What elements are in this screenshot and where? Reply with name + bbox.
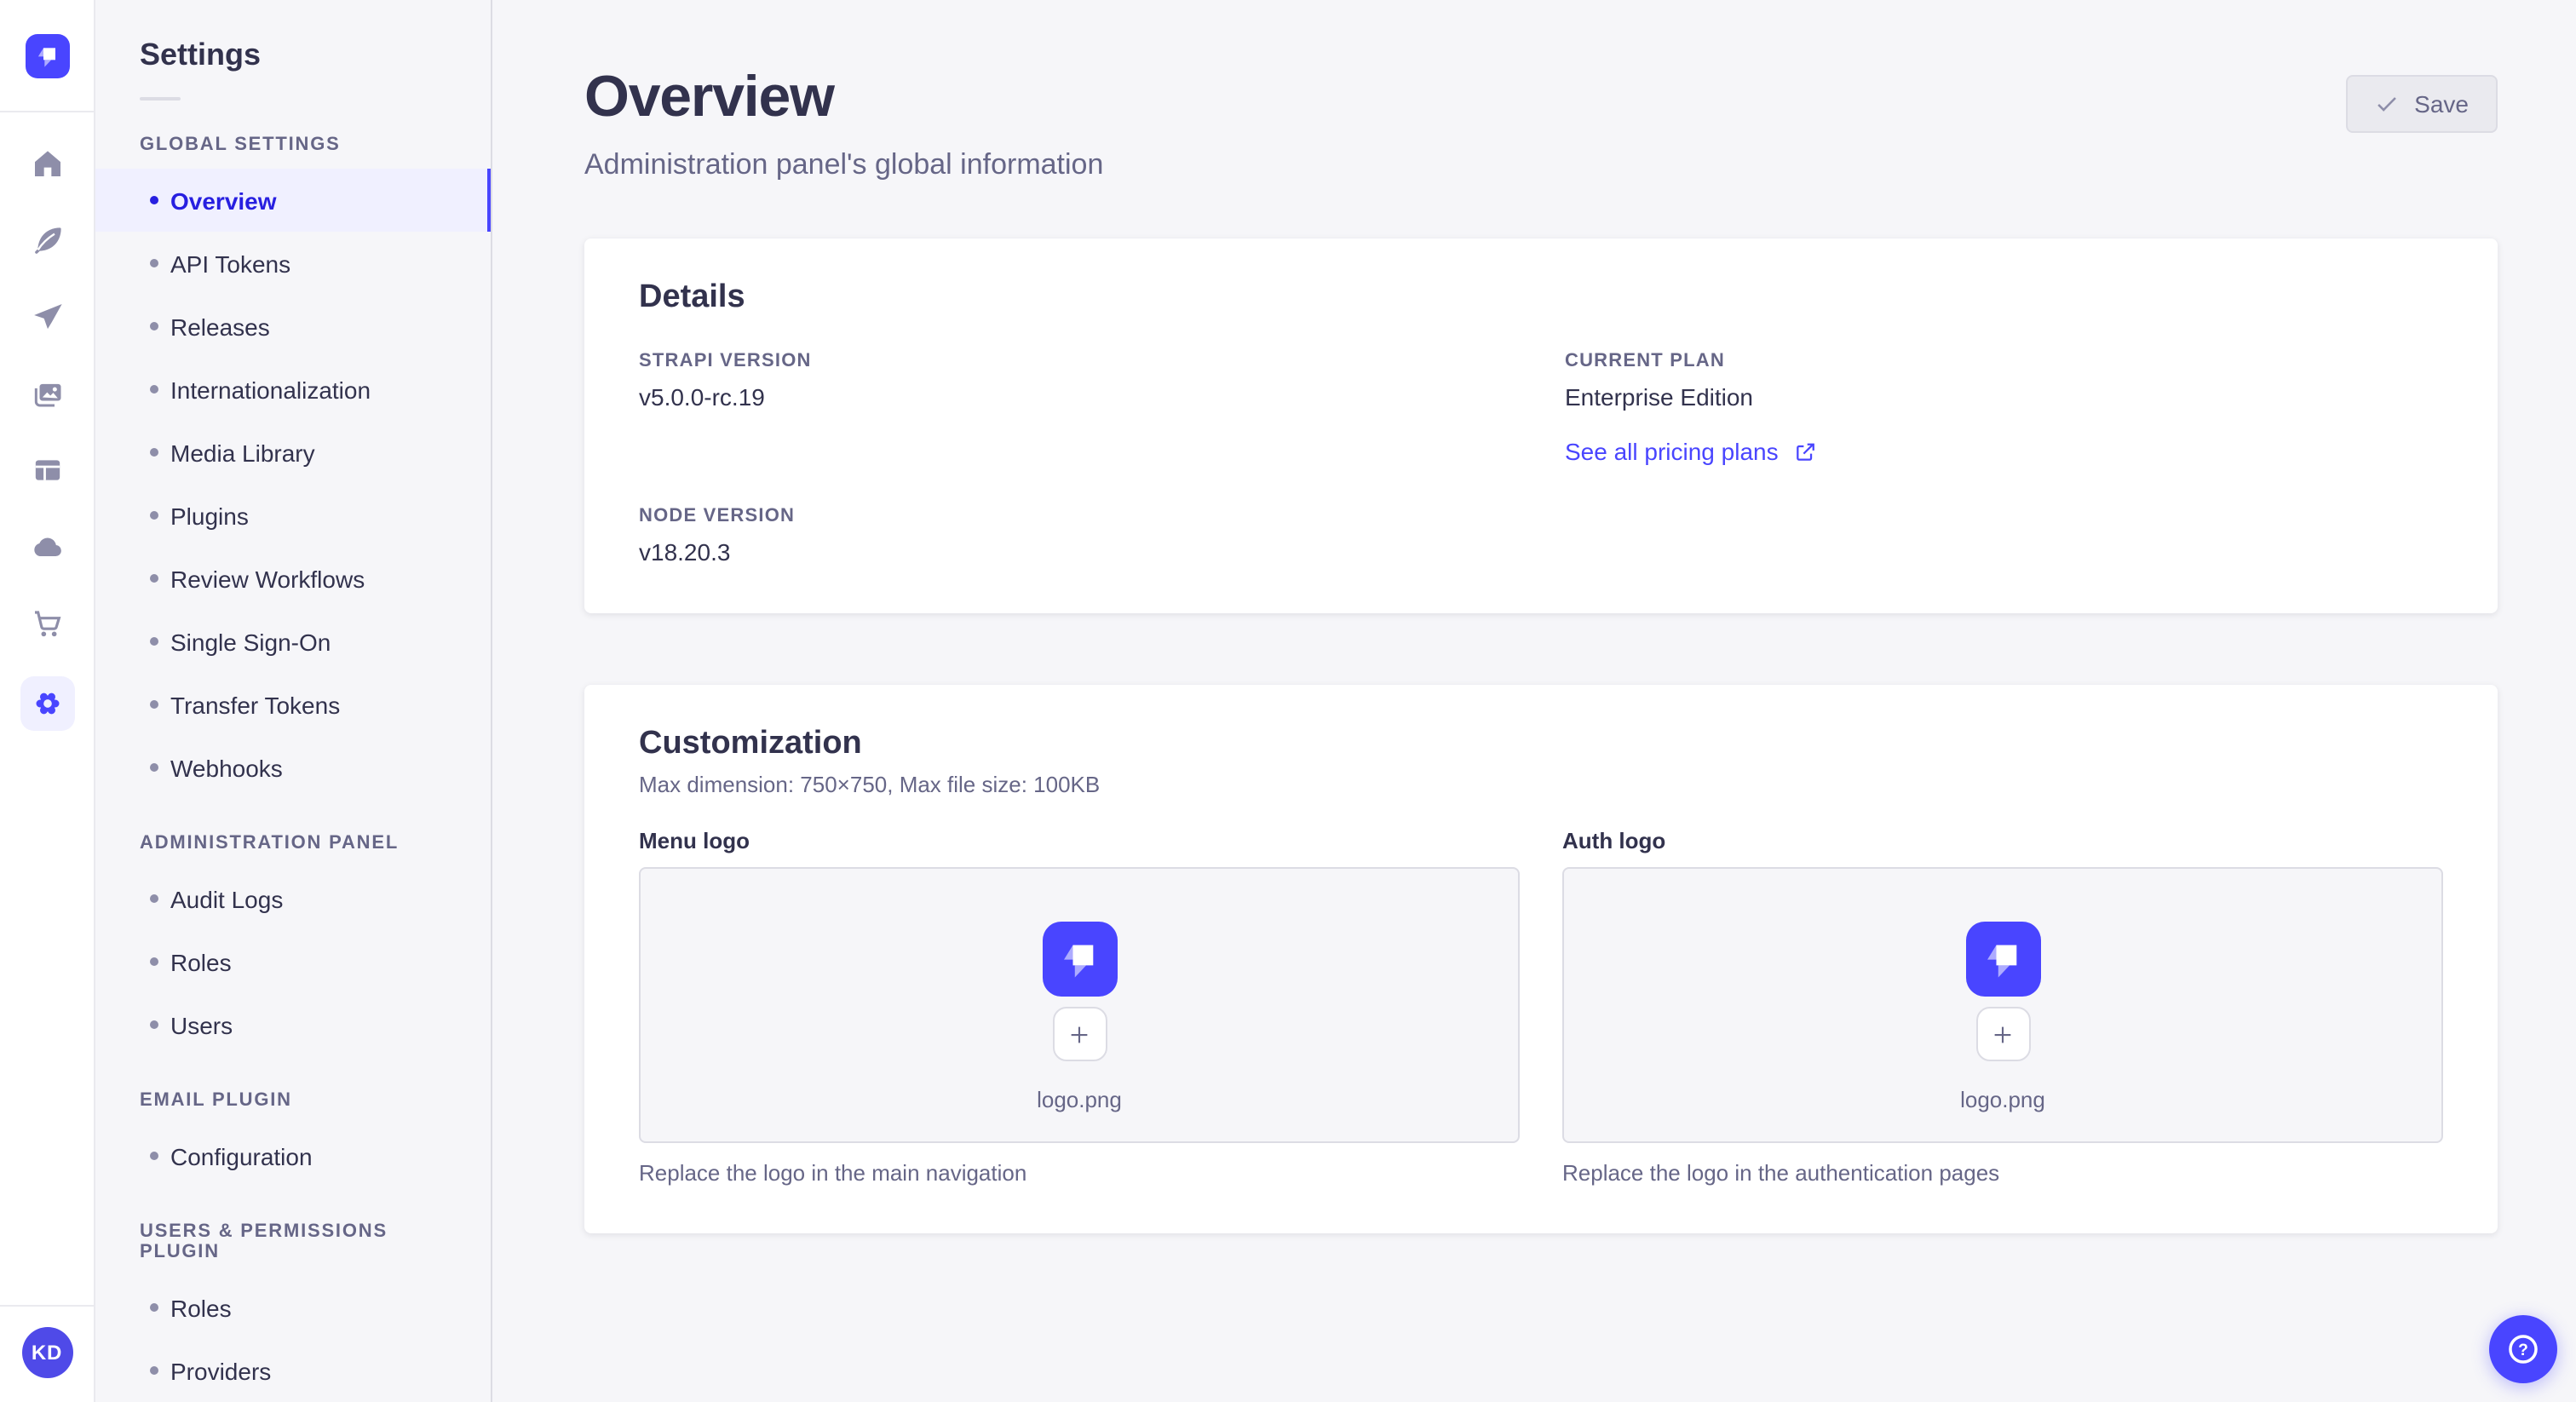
strapi-logo-icon <box>1042 922 1117 997</box>
section-global-settings: GLOBAL SETTINGS <box>140 135 341 155</box>
section-users-permissions-plugin: USERS & PERMISSIONS PLUGIN <box>140 1221 388 1262</box>
strapi-version-field: STRAPI VERSION v5.0.0-rc.19 <box>639 351 1517 468</box>
menu-logo-label: Menu logo <box>639 828 750 853</box>
layout-icon[interactable] <box>30 453 64 487</box>
gear-icon <box>35 692 59 715</box>
page-subtitle: Administration panel's global informatio… <box>584 148 1104 181</box>
home-icon[interactable] <box>30 147 64 181</box>
strapi-version-label: STRAPI VERSION <box>639 351 812 371</box>
save-button[interactable]: Save <box>2346 75 2498 133</box>
settings-active-tile[interactable] <box>20 676 74 731</box>
sidebar-item-api-tokens[interactable]: API Tokens <box>95 232 491 295</box>
sidebar-item-up-roles[interactable]: Roles <box>95 1276 491 1339</box>
auth-logo-input: Auth logo logo.png Replace the logo in t… <box>1562 828 2443 1186</box>
pricing-plans-link[interactable]: See all pricing plans <box>1565 438 1816 465</box>
menu-logo-filename: logo.png <box>1037 1087 1122 1112</box>
sidebar-item-overview[interactable]: Overview <box>95 169 491 232</box>
sidebar-item-users[interactable]: Users <box>95 993 491 1056</box>
details-fields: STRAPI VERSION v5.0.0-rc.19 CURRENT PLAN… <box>639 351 2443 566</box>
rail-footer: KD <box>0 1305 95 1402</box>
user-avatar[interactable]: KD <box>21 1327 72 1378</box>
save-button-label: Save <box>2414 90 2469 118</box>
sidebar-item-audit-logs[interactable]: Audit Logs <box>95 867 491 930</box>
external-link-icon <box>1796 442 1814 460</box>
auth-logo-label: Auth logo <box>1562 828 1666 853</box>
paper-plane-icon[interactable] <box>30 300 64 334</box>
add-logo-button[interactable] <box>1975 1007 2030 1061</box>
current-plan-value: Enterprise Edition <box>1565 383 1754 411</box>
sidebar-item-up-providers[interactable]: Providers <box>95 1339 491 1402</box>
svg-text:?: ? <box>2518 1342 2528 1359</box>
node-version-value: v18.20.3 <box>639 538 731 566</box>
menu-logo-hint: Replace the logo in the main navigation <box>639 1160 1027 1186</box>
app-root: KD Settings GLOBAL SETTINGS Overview API… <box>0 0 2576 1402</box>
add-logo-button[interactable] <box>1052 1007 1107 1061</box>
strapi-logo-icon <box>25 33 69 78</box>
global-settings-list: Overview API Tokens Releases Internation… <box>95 169 491 799</box>
customization-constraints: Max dimension: 750×750, Max file size: 1… <box>639 772 1101 797</box>
workspace-logo-button[interactable] <box>0 0 95 112</box>
divider <box>140 97 181 101</box>
page-title: Overview <box>584 65 835 129</box>
sidebar-item-webhooks[interactable]: Webhooks <box>95 736 491 799</box>
users-permissions-list: Roles Providers <box>95 1276 491 1402</box>
menu-logo-input: Menu logo logo.png Replace the logo in t… <box>639 828 1520 1186</box>
strapi-version-value: v5.0.0-rc.19 <box>639 383 765 411</box>
auth-logo-hint: Replace the logo in the authentication p… <box>1562 1160 2000 1186</box>
settings-subnav: Settings GLOBAL SETTINGS Overview API To… <box>95 0 492 1402</box>
sidebar-item-transfer-tokens[interactable]: Transfer Tokens <box>95 673 491 736</box>
sidebar-item-single-sign-on[interactable]: Single Sign-On <box>95 610 491 673</box>
sidebar-item-plugins[interactable]: Plugins <box>95 484 491 547</box>
strapi-logo-icon <box>1965 922 2040 997</box>
page-header: Overview Administration panel's global i… <box>584 0 2498 182</box>
question-icon: ? <box>2509 1335 2538 1364</box>
current-plan-field: CURRENT PLAN Enterprise Edition See all … <box>1565 351 2443 468</box>
sidebar-item-media-library[interactable]: Media Library <box>95 421 491 484</box>
node-version-field: NODE VERSION v18.20.3 <box>639 506 1517 566</box>
icon-rail: KD <box>0 0 95 1402</box>
subnav-title: Settings <box>140 37 262 72</box>
main-content: Overview Administration panel's global i… <box>492 0 2576 1402</box>
auth-logo-dropzone[interactable]: logo.png <box>1562 867 2443 1143</box>
check-icon <box>2378 97 2396 112</box>
sidebar-item-configuration[interactable]: Configuration <box>95 1124 491 1187</box>
customization-heading: Customization <box>639 726 862 761</box>
help-button[interactable]: ? <box>2489 1315 2557 1383</box>
sidebar-item-review-workflows[interactable]: Review Workflows <box>95 547 491 610</box>
node-version-label: NODE VERSION <box>639 506 796 526</box>
current-plan-label: CURRENT PLAN <box>1565 351 1725 371</box>
plus-icon <box>1994 1026 2011 1043</box>
auth-logo-filename: logo.png <box>1960 1087 2045 1112</box>
plus-icon <box>1071 1026 1088 1043</box>
menu-logo-dropzone[interactable]: logo.png <box>639 867 1520 1143</box>
section-email-plugin: EMAIL PLUGIN <box>140 1090 292 1111</box>
cloud-icon[interactable] <box>30 530 64 564</box>
section-administration-panel: ADMINISTRATION PANEL <box>140 833 400 853</box>
feather-icon[interactable] <box>30 223 64 257</box>
images-icon[interactable] <box>30 376 64 411</box>
sidebar-item-internationalization[interactable]: Internationalization <box>95 358 491 421</box>
sidebar-item-roles[interactable]: Roles <box>95 930 491 993</box>
details-card: Details STRAPI VERSION v5.0.0-rc.19 CURR… <box>584 238 2498 613</box>
customization-card: Customization Max dimension: 750×750, Ma… <box>584 685 2498 1233</box>
pricing-plans-link-label: See all pricing plans <box>1565 438 1779 465</box>
email-plugin-list: Configuration <box>95 1124 491 1187</box>
details-heading: Details <box>639 279 745 315</box>
sidebar-item-releases[interactable]: Releases <box>95 295 491 358</box>
administration-panel-list: Audit Logs Roles Users <box>95 867 491 1056</box>
cart-icon[interactable] <box>30 606 64 641</box>
rail-icon-list <box>20 147 74 731</box>
logo-grid: Menu logo logo.png Replace the logo in t… <box>639 828 2443 1186</box>
